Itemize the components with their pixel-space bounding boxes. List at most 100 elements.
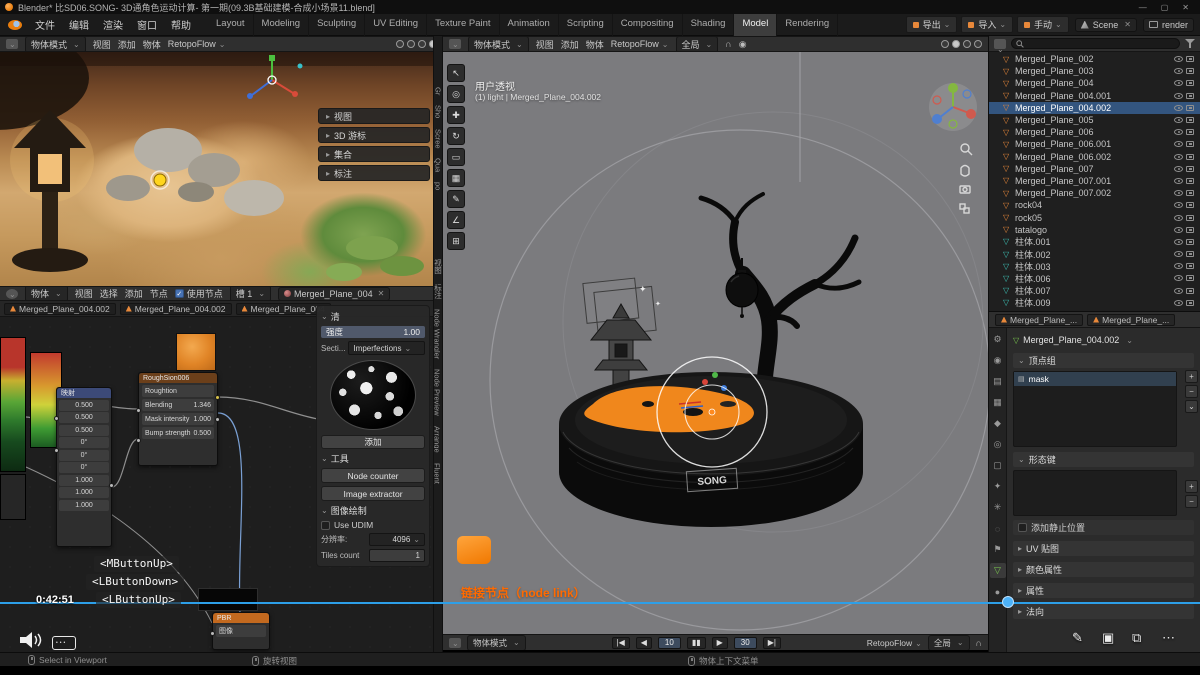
filter-icon[interactable]	[1185, 39, 1195, 48]
outliner-row[interactable]: 柱体.006	[989, 272, 1200, 284]
blender-logo-icon[interactable]	[8, 20, 22, 30]
speaker-icon[interactable]	[18, 630, 42, 650]
window-control-button[interactable]: ✕	[1182, 3, 1189, 12]
retopoflow-menu[interactable]: RetopoFlow	[611, 39, 669, 49]
header-menu[interactable]: 物体	[586, 38, 604, 51]
outliner-row[interactable]: 柱体.002	[989, 248, 1200, 260]
properties-tab[interactable]: ▢	[990, 458, 1006, 473]
transform-orientation-dropdown[interactable]: 全局	[928, 635, 970, 651]
topbar-addon-button[interactable]: 手动	[1017, 16, 1069, 33]
window-control-button[interactable]: ▢	[1161, 3, 1169, 12]
mode-dropdown[interactable]: 物体模式	[468, 36, 529, 52]
material-shading-icon[interactable]	[963, 40, 971, 48]
panel-header[interactable]: 清	[321, 310, 425, 323]
viewport-tool-button[interactable]: ◎	[447, 85, 465, 103]
draw-tool-icon[interactable]: ✎	[1072, 630, 1083, 646]
hide-in-viewport-icon[interactable]	[1174, 105, 1183, 111]
menu-item[interactable]: 编辑	[62, 15, 96, 34]
node-title[interactable]: 映射	[57, 388, 111, 398]
sidebar-vertical-tab[interactable]: Arrange	[433, 421, 442, 458]
editor-type-icon[interactable]	[6, 39, 18, 49]
outliner-row[interactable]: Merged_Plane_003	[989, 65, 1200, 77]
input-socket[interactable]	[210, 631, 215, 636]
hide-in-viewport-icon[interactable]	[1174, 166, 1183, 172]
render-preview-viewport[interactable]: 视图3D 游标集合标注	[0, 52, 443, 286]
texture-group-node[interactable]: RoughSion006 RoughtionBlending1.346Mask …	[138, 372, 218, 466]
tool-button[interactable]: Node counter	[321, 468, 425, 483]
previous-frame-button[interactable]: ◀	[636, 637, 652, 649]
node-value-field[interactable]: 0°	[59, 450, 109, 461]
header-menu[interactable]: 节点	[150, 287, 168, 300]
vertex-group-item[interactable]: mask	[1014, 372, 1176, 386]
disable-in-render-icon[interactable]	[1186, 68, 1194, 74]
hide-in-viewport-icon[interactable]	[1174, 141, 1183, 147]
vertex-groups-list[interactable]: mask	[1013, 371, 1177, 447]
collapsed-section-header[interactable]: 法向	[1013, 604, 1194, 619]
vertex-groups-panel-header[interactable]: 顶点组	[1013, 353, 1194, 368]
wireframe-shading-icon[interactable]	[941, 40, 949, 48]
workspace-tab[interactable]: Scripting	[559, 14, 613, 36]
hide-in-viewport-icon[interactable]	[1174, 202, 1183, 208]
outliner-row[interactable]: Merged_Plane_006.001	[989, 138, 1200, 150]
properties-tab[interactable]: ✦	[990, 479, 1006, 494]
outliner-row[interactable]: 柱体.009	[989, 297, 1200, 309]
outliner-row[interactable]: Merged_Plane_007.002	[989, 187, 1200, 199]
editor-type-icon[interactable]	[6, 289, 18, 299]
object-data-name[interactable]: Merged_Plane_004.002	[1013, 332, 1194, 348]
properties-tab[interactable]: ◆	[990, 416, 1006, 431]
disable-in-render-icon[interactable]	[1186, 300, 1194, 306]
viewport-tool-button[interactable]: ▦	[447, 169, 465, 187]
menu-item[interactable]: 窗口	[130, 15, 164, 34]
proportional-editing-icon[interactable]: ◉	[739, 39, 747, 50]
outliner-row[interactable]: Merged_Plane_004.001	[989, 90, 1200, 102]
disable-in-render-icon[interactable]	[1186, 166, 1194, 172]
header-menu[interactable]: 物体	[143, 38, 161, 51]
sidebar-vertical-tab[interactable]: Sho	[434, 100, 443, 123]
hide-in-viewport-icon[interactable]	[1174, 178, 1183, 184]
editor-type-icon[interactable]	[449, 39, 461, 49]
breadcrumb-item[interactable]: Merged_Plane_004.002	[120, 303, 232, 315]
outliner-row[interactable]: rock04	[989, 199, 1200, 211]
outliner-row[interactable]: Merged_Plane_005	[989, 114, 1200, 126]
viewport-tool-button[interactable]: ⊞	[447, 232, 465, 250]
sidebar-vertical-tab[interactable]: Scree	[434, 124, 443, 154]
node-value-field[interactable]: 0°	[59, 437, 109, 448]
disable-in-render-icon[interactable]	[1186, 117, 1194, 123]
outliner-row[interactable]: Merged_Plane_004.002	[989, 102, 1200, 114]
disable-in-render-icon[interactable]	[1186, 178, 1194, 184]
input-socket[interactable]	[54, 448, 59, 453]
add-shape-key-button[interactable]: +	[1185, 480, 1198, 493]
node-param-row[interactable]: Roughtion	[142, 385, 214, 397]
hide-in-viewport-icon[interactable]	[1174, 288, 1183, 294]
hide-in-viewport-icon[interactable]	[1174, 154, 1183, 160]
solid-shading-icon[interactable]	[407, 40, 415, 48]
hide-in-viewport-icon[interactable]	[1174, 215, 1183, 221]
disable-in-render-icon[interactable]	[1186, 288, 1194, 294]
hide-in-viewport-icon[interactable]	[1174, 93, 1183, 99]
outliner-row[interactable]: Merged_Plane_006	[989, 126, 1200, 138]
hide-in-viewport-icon[interactable]	[1174, 251, 1183, 257]
workspace-tab[interactable]: Modeling	[254, 14, 310, 36]
window-control-button[interactable]: —	[1139, 3, 1147, 12]
viewport-tool-button[interactable]: ↻	[447, 127, 465, 145]
disable-in-render-icon[interactable]	[1186, 154, 1194, 160]
slot-dropdown[interactable]: 槽 1	[230, 286, 271, 301]
snapshot-icon[interactable]: ▣	[1102, 630, 1114, 646]
output-node[interactable]: PBR 图像	[212, 612, 270, 650]
disable-in-render-icon[interactable]	[1186, 202, 1194, 208]
input-socket[interactable]	[136, 438, 141, 443]
node-value-field[interactable]: 1.000	[59, 500, 109, 511]
mode-dropdown[interactable]: 物体模式	[25, 36, 86, 52]
tiles-field[interactable]: 1	[369, 549, 425, 562]
workspace-tab[interactable]: UV Editing	[365, 14, 427, 36]
disable-in-render-icon[interactable]	[1186, 93, 1194, 99]
viewport-tool-button[interactable]: ✚	[447, 106, 465, 124]
video-progress-handle[interactable]	[1002, 596, 1014, 608]
material-shading-icon[interactable]	[418, 40, 426, 48]
disable-in-render-icon[interactable]	[1186, 141, 1194, 147]
outliner-row[interactable]: 柱体.001	[989, 236, 1200, 248]
retopoflow-menu[interactable]: RetopoFlow	[168, 39, 226, 49]
view-layer-selector[interactable]: render	[1143, 18, 1194, 32]
outliner-row[interactable]: tatalogo	[989, 224, 1200, 236]
disable-in-render-icon[interactable]	[1186, 80, 1194, 86]
